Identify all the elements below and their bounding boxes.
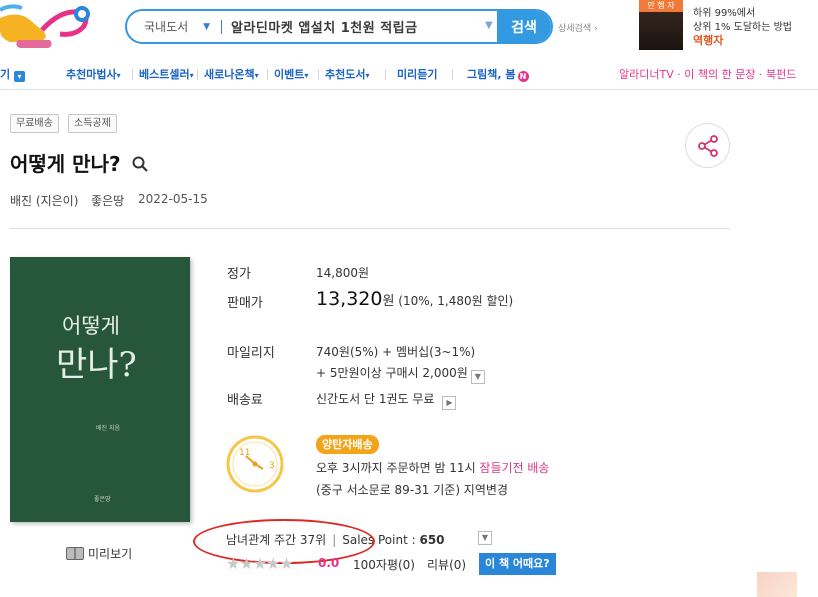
ad-text-line1[interactable]: 하위 99%에서 bbox=[693, 4, 755, 19]
shipping-label: 배송료 bbox=[227, 393, 263, 408]
how-is-this-book-button[interactable]: 이 책 어때요? bbox=[479, 553, 556, 575]
publisher-link[interactable]: 좋은땅 bbox=[91, 192, 124, 209]
nav-item-recommended[interactable]: 추천도서▾ bbox=[325, 66, 370, 82]
same-day-delivery-badge: 양탄자배송 bbox=[316, 435, 379, 454]
list-price-label: 정가 bbox=[227, 267, 251, 282]
nav-item-one-sentence[interactable]: 이 책의 한 문장 bbox=[684, 68, 755, 81]
nav-item-category[interactable]: 기 ▾ bbox=[0, 66, 25, 82]
nav-divider bbox=[385, 69, 386, 80]
chevron-down-icon[interactable]: ▼ bbox=[478, 531, 492, 545]
list-price-value: 14,800원 bbox=[316, 266, 370, 280]
caret-down-icon: ▾ bbox=[254, 71, 259, 80]
short-reviews-link[interactable]: 100자평(0) bbox=[353, 556, 415, 573]
caret-down-icon: ▾ bbox=[116, 71, 121, 80]
book-title: 어떻게 만나? bbox=[10, 152, 121, 176]
nav-item-bestseller[interactable]: 베스트셀러▾ bbox=[139, 66, 194, 82]
search-category-divider bbox=[221, 20, 222, 34]
main-nav: 기 ▾ 추천마법사▾ 베스트셀러▾ 새로나온책▾ 이벤트▾ 추천도서▾ 미리듣기… bbox=[0, 66, 818, 86]
nav-divider bbox=[452, 69, 453, 80]
rating-score: 0.0 bbox=[318, 556, 340, 570]
book-icon bbox=[66, 547, 84, 560]
author-link[interactable]: 배진 (지은이) bbox=[10, 192, 78, 209]
site-logo[interactable] bbox=[0, 0, 100, 50]
ad-text-line2[interactable]: 상위 1% 도달하는 방법 bbox=[693, 18, 792, 33]
side-banner-image[interactable] bbox=[757, 572, 797, 597]
sales-point-value: 650 bbox=[419, 533, 445, 547]
search-dropdown-icon[interactable]: ▼ bbox=[485, 20, 493, 31]
mileage-line1: 740원(5%) + 멤버십(3~1%) bbox=[316, 345, 476, 359]
share-icon bbox=[698, 135, 718, 157]
delivery-highlight: 잠들기전 배송 bbox=[479, 461, 550, 475]
sale-price: 13,320원 (10%, 1,480원 할인) bbox=[316, 288, 513, 310]
reviews-link[interactable]: 리뷰(0) bbox=[427, 556, 466, 573]
chevron-down-icon: ▼ bbox=[203, 21, 211, 32]
ad-book-image[interactable]: 만 행 자 bbox=[639, 0, 683, 50]
preview-button[interactable]: 미리보기 bbox=[66, 545, 132, 562]
sale-price-unit: 원 bbox=[382, 294, 395, 309]
nav-right-links: 알라디너TV · 이 책의 한 문장 · 북펀드 bbox=[619, 68, 797, 81]
nav-divider bbox=[267, 69, 268, 80]
delivery-info-line1: 오후 3시까지 주문하면 밤 11시 잠들기전 배송 bbox=[316, 461, 550, 475]
cover-author: 배진 지음 bbox=[96, 425, 120, 432]
chevron-down-icon[interactable]: ▼ bbox=[470, 370, 485, 384]
mileage-line2: + 5만원이상 구매시 2,000원 ▼ bbox=[316, 364, 485, 384]
clock-label-right: 3 bbox=[269, 461, 275, 471]
clock-label-left: 11 bbox=[239, 448, 250, 458]
new-badge: N bbox=[517, 71, 529, 82]
detail-search-link[interactable]: 상세검색 › bbox=[558, 21, 598, 34]
section-divider bbox=[10, 228, 730, 229]
shipping-value: 신간도서 단 1권도 무료 ▶ bbox=[316, 390, 457, 410]
nav-item-picture-books[interactable]: 그림책, 봄N bbox=[467, 66, 529, 82]
mileage-label: 마일리지 bbox=[227, 346, 275, 361]
cover-publisher: 좋은땅 bbox=[94, 496, 111, 503]
nav-item-audio-preview[interactable]: 미리듣기 bbox=[397, 66, 437, 82]
delivery-region-link[interactable]: (중구 서소문로 89-31 기준) 지역변경 bbox=[316, 481, 508, 498]
publication-date: 2022-05-15 bbox=[138, 192, 208, 206]
nav-divider bbox=[197, 69, 198, 80]
nav-divider bbox=[318, 69, 319, 80]
nav-divider bbox=[132, 69, 133, 80]
free-shipping-badge: 무료배송 bbox=[10, 114, 59, 133]
chevron-right-icon[interactable]: ▶ bbox=[442, 396, 457, 410]
tax-deduction-badge: 소득공제 bbox=[68, 114, 117, 133]
nav-item-new-books[interactable]: 새로나온책▾ bbox=[204, 66, 259, 82]
cover-title-line2: 만나? bbox=[56, 345, 137, 385]
clock-icon: 11 3 bbox=[225, 434, 285, 494]
caret-down-icon: ▾ bbox=[365, 71, 370, 80]
search-icon[interactable] bbox=[132, 156, 148, 172]
sale-discount-detail: (10%, 1,480원 할인) bbox=[398, 294, 514, 308]
nav-item-book-fund[interactable]: 북펀드 bbox=[766, 68, 796, 81]
star-rating-icon: ★★★★★ bbox=[226, 554, 294, 573]
search-category-select[interactable]: 국내도서 ▼ bbox=[127, 11, 223, 42]
search-input[interactable] bbox=[231, 11, 501, 42]
sale-price-label: 판매가 bbox=[227, 296, 263, 311]
cover-title-line1: 어떻게 bbox=[62, 314, 120, 338]
search-bar: 국내도서 ▼ ▼ 검색 bbox=[125, 9, 553, 44]
caret-down-icon: ▾ bbox=[189, 71, 194, 80]
caret-down-icon: ▾ bbox=[304, 71, 309, 80]
ad-title[interactable]: 역행자 bbox=[693, 32, 723, 48]
search-category-label: 국내도서 bbox=[144, 20, 189, 34]
menu-toggle-icon: ▾ bbox=[13, 71, 25, 82]
ad-book-tag: 만 행 자 bbox=[639, 0, 683, 12]
search-button[interactable]: 검색 bbox=[497, 11, 551, 42]
book-cover-image[interactable]: 어떻게 만나? 배진 지음 좋은땅 bbox=[10, 257, 190, 522]
share-button[interactable] bbox=[685, 123, 730, 168]
sale-price-number: 13,320 bbox=[316, 288, 383, 310]
nav-item-recommend-wizard[interactable]: 추천마법사▾ bbox=[66, 66, 121, 82]
nav-item-aladdiner-tv[interactable]: 알라디너TV bbox=[619, 68, 674, 81]
preview-label: 미리보기 bbox=[88, 547, 133, 561]
nav-divider-line bbox=[0, 89, 818, 90]
nav-item-events[interactable]: 이벤트▾ bbox=[274, 66, 308, 82]
